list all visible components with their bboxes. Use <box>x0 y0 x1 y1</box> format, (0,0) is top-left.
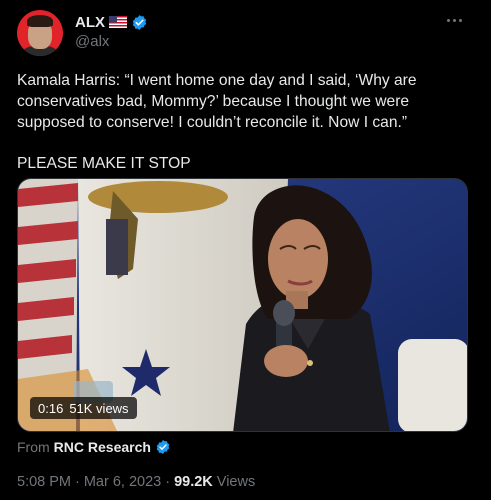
source-link[interactable]: RNC Research <box>54 439 151 455</box>
us-flag-icon <box>109 16 127 28</box>
more-options-icon[interactable] <box>447 14 465 26</box>
tweet-text: Kamala Harris: “I went home one day and … <box>17 70 477 174</box>
display-name[interactable]: ALX <box>75 14 105 31</box>
tweet-meta: 5:08 PM · Mar 6, 2023 · 99.2K Views <box>17 474 255 490</box>
views-label: Views <box>216 474 256 490</box>
source-prefix: From <box>17 439 50 455</box>
author-handle[interactable]: @alx <box>75 33 109 50</box>
video-views: 51K views <box>69 400 129 416</box>
tweet: ALX @alx Kamala Harris: “I went home one… <box>0 0 491 500</box>
author-name-row: ALX <box>75 12 148 32</box>
verified-badge-icon <box>132 14 147 30</box>
avatar[interactable] <box>17 10 63 56</box>
video-badge: 0:16 51K views <box>30 397 137 419</box>
meta-separator: · <box>165 474 171 490</box>
tweet-text-comment: PLEASE MAKE IT STOP <box>17 155 191 172</box>
views-count[interactable]: 99.2K <box>174 474 213 490</box>
video-player[interactable]: 0:16 51K views <box>17 178 468 432</box>
verified-badge-icon <box>156 440 170 454</box>
video-duration: 0:16 <box>38 400 64 416</box>
meta-separator: · <box>75 474 80 490</box>
tweet-time[interactable]: 5:08 PM <box>17 474 71 490</box>
source-attribution: From RNC Research <box>17 437 171 457</box>
tweet-text-quote: Kamala Harris: “I went home one day and … <box>17 72 417 131</box>
video-frame <box>18 179 467 431</box>
tweet-date[interactable]: Mar 6, 2023 <box>84 474 161 490</box>
